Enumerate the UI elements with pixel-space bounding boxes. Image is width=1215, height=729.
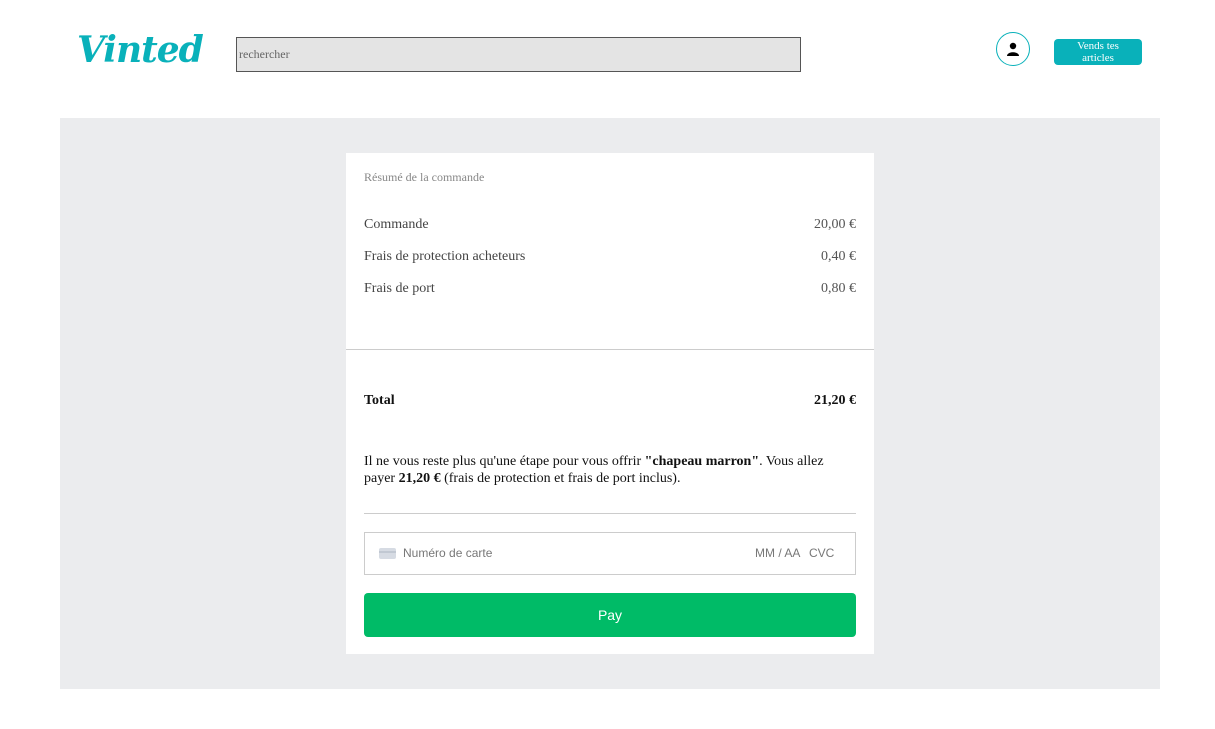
total-row: Total 21,20 €: [364, 393, 856, 409]
order-summary-card: Résumé de la commande Commande 20,00 € F…: [346, 153, 874, 654]
message-text: Il ne vous reste plus qu'une étape pour …: [364, 454, 645, 469]
summary-row-amount: 20,00 €: [814, 217, 856, 232]
payment-divider: [364, 513, 856, 514]
search-input[interactable]: [236, 37, 801, 72]
summary-row-order: Commande 20,00 €: [364, 217, 856, 233]
card-expiry-placeholder[interactable]: MM / AA: [755, 546, 800, 560]
card-details-field[interactable]: Numéro de carte MM / AA CVC: [364, 532, 856, 575]
total-label: Total: [364, 393, 395, 408]
card-number-placeholder[interactable]: Numéro de carte: [403, 546, 492, 560]
user-avatar-button[interactable]: [996, 32, 1030, 66]
pay-button[interactable]: Pay: [364, 593, 856, 637]
summary-row-label: Frais de protection acheteurs: [364, 249, 526, 264]
message-amount: 21,20 €: [398, 471, 441, 486]
summary-row-protection-fee: Frais de protection acheteurs 0,40 €: [364, 249, 856, 265]
credit-card-icon: [379, 548, 396, 559]
user-icon: [1007, 42, 1019, 56]
vinted-logo[interactable]: Vinted: [77, 30, 204, 70]
item-name: "chapeau marron": [644, 454, 760, 469]
total-amount: 21,20 €: [814, 393, 856, 408]
sell-items-button[interactable]: Vends tes articles: [1054, 39, 1142, 65]
summary-divider: [346, 349, 874, 350]
order-summary-title: Résumé de la commande: [364, 170, 485, 184]
summary-row-amount: 0,80 €: [821, 281, 856, 296]
summary-row-amount: 0,40 €: [821, 249, 856, 264]
summary-row-label: Commande: [364, 217, 429, 232]
payment-message: Il ne vous reste plus qu'une étape pour …: [364, 453, 844, 487]
message-text: (frais de protection et frais de port in…: [440, 471, 681, 486]
card-cvc-placeholder[interactable]: CVC: [809, 546, 834, 560]
summary-row-shipping-fee: Frais de port 0,80 €: [364, 281, 856, 297]
summary-row-label: Frais de port: [364, 281, 435, 296]
